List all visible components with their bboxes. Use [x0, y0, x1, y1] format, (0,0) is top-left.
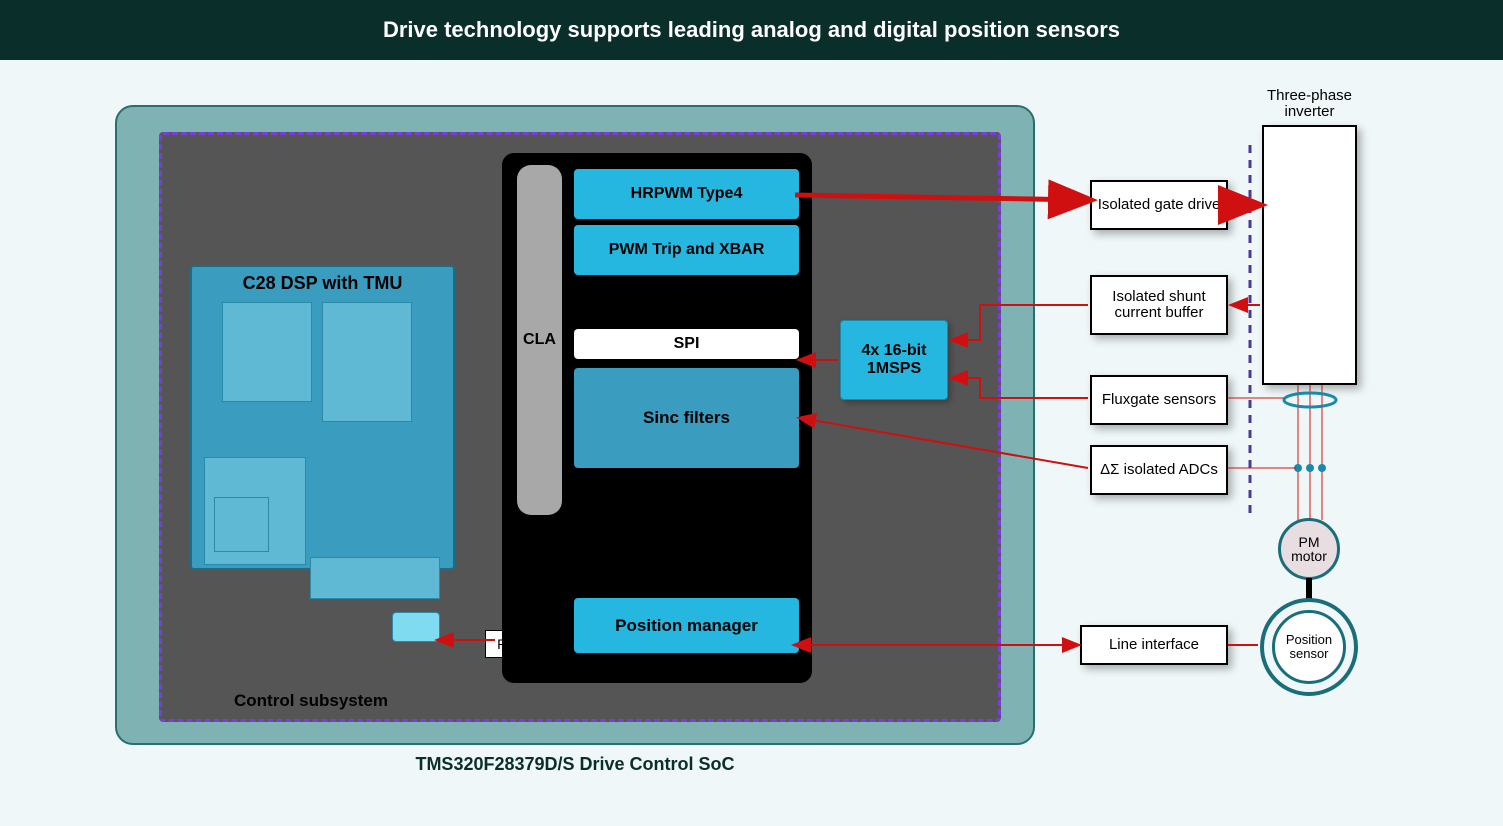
module-xbar: PWM Trip and XBAR [574, 225, 799, 275]
dsp-sub-block [214, 497, 269, 552]
dsp-block: C28 DSP with TMU [190, 265, 455, 570]
soc-label: TMS320F28379D/S Drive Control SoC [415, 754, 734, 775]
adc-block: 4x 16-bit 1MSPS [840, 320, 948, 400]
dsp-port [392, 612, 440, 642]
dsp-sub-block [322, 302, 412, 422]
module-sinc: Sinc filters [574, 368, 799, 468]
pm-motor: PM motor [1278, 518, 1340, 580]
title-bar: Drive technology supports leading analog… [0, 0, 1503, 60]
three-phase-inverter [1262, 125, 1357, 385]
dsp-sub-block [222, 302, 312, 402]
cla-block: CLA [517, 165, 562, 515]
accelerator-block: CLA HRPWM Type4 PWM Trip and XBAR SPI Si… [502, 153, 812, 683]
dsp-sub-block [310, 557, 440, 599]
ext-ds-adc: ΔΣ isolated ADCs [1090, 445, 1228, 495]
ext-gate-drive: Isolated gate drive [1090, 180, 1228, 230]
position-sensor: Position sensor [1272, 610, 1346, 684]
ext-shunt-buffer: Isolated shunt current buffer [1090, 275, 1228, 335]
inverter-label: Three-phase inverter [1242, 88, 1377, 120]
module-spi: SPI [574, 329, 799, 359]
ext-line-interface: Line interface [1080, 625, 1228, 665]
cla-label: CLA [523, 331, 556, 349]
dsp-label: C28 DSP with TMU [192, 273, 453, 294]
module-position-manager: Position manager [574, 598, 799, 653]
soc-container: TMS320F28379D/S Drive Control SoC Contro… [115, 105, 1035, 745]
control-subsystem-label: Control subsystem [234, 691, 388, 711]
module-hrpwm: HRPWM Type4 [574, 169, 799, 219]
control-subsystem: Control subsystem C28 DSP with TMU Port … [159, 132, 1001, 722]
title-text: Drive technology supports leading analog… [383, 17, 1120, 43]
ext-fluxgate: Fluxgate sensors [1090, 375, 1228, 425]
